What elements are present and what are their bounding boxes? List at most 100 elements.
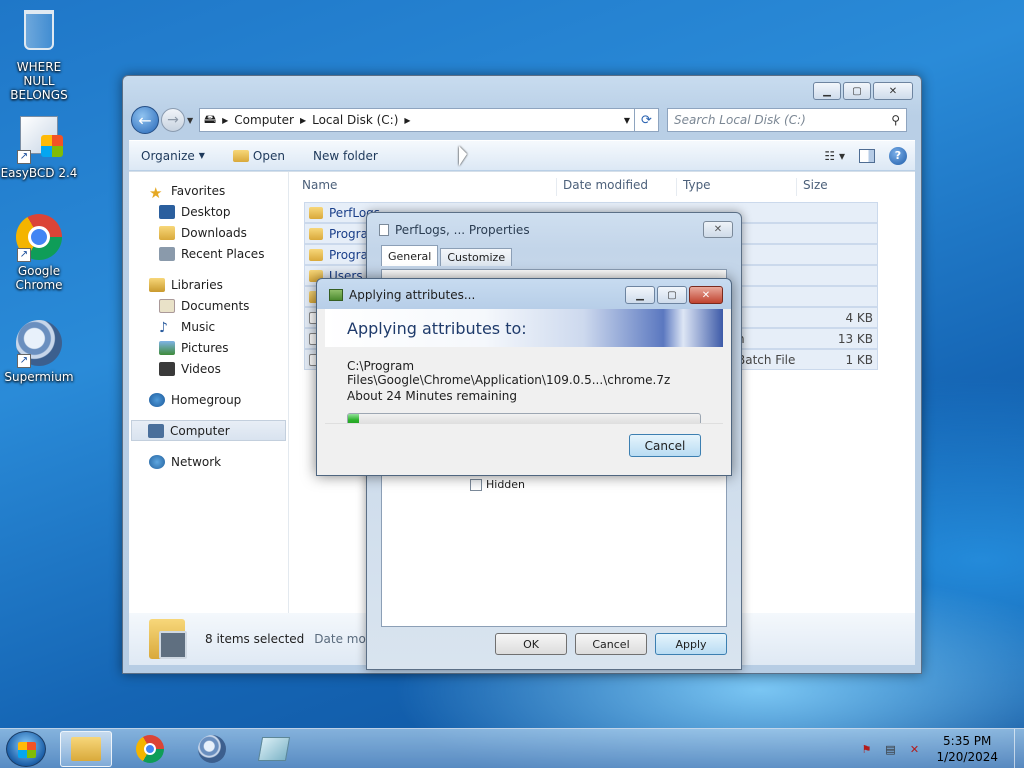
nav-pictures[interactable]: Pictures [129, 337, 288, 358]
network-icon[interactable]: ▤ [882, 741, 898, 757]
minimize-button[interactable]: ▁ [813, 82, 841, 100]
folder-icon [309, 206, 323, 219]
minimize-button[interactable]: ▁ [625, 286, 655, 304]
preview-pane-icon[interactable] [859, 148, 875, 163]
row-type: Batch File [737, 352, 796, 367]
nav-computer[interactable]: Computer [131, 420, 286, 441]
selection-count: 8 items selected [205, 632, 305, 646]
column-size[interactable]: Size [796, 178, 876, 196]
app-icon [257, 737, 291, 761]
dialog-title: PerfLogs, ... Properties [379, 223, 530, 237]
documents-icon [159, 298, 175, 313]
close-button[interactable]: ✕ [689, 286, 723, 304]
nav-homegroup[interactable]: Homegroup [129, 389, 288, 410]
desktop-icon-label: Supermium [4, 370, 74, 384]
nav-label: Videos [181, 361, 221, 376]
column-type[interactable]: Type [676, 178, 794, 196]
videos-icon [159, 361, 175, 376]
applying-attributes-dialog: Applying attributes... ▁ ▢ ✕ Applying at… [316, 278, 732, 476]
chrome-icon: ↗ [15, 214, 63, 262]
nav-libraries[interactable]: Libraries [129, 274, 288, 295]
nav-music[interactable]: ♪ Music [129, 316, 288, 337]
search-icon[interactable]: ⚲ [891, 113, 900, 127]
taskbar-supermium[interactable] [186, 731, 238, 767]
back-button[interactable]: ← [131, 106, 159, 134]
apply-button[interactable]: Apply [655, 633, 727, 655]
tab-customize[interactable]: Customize [440, 248, 513, 266]
row-size: 1 KB [845, 352, 873, 367]
close-button[interactable]: ✕ [703, 221, 733, 238]
row-size: 4 KB [845, 310, 873, 325]
open-button[interactable]: Open [232, 149, 285, 163]
tab-strip: General Customize [381, 245, 514, 266]
dialog-title-text: Applying attributes... [349, 288, 476, 302]
mouse-cursor-icon [459, 146, 467, 166]
nav-desktop[interactable]: Desktop [129, 201, 288, 222]
nav-recent-places[interactable]: Recent Places [129, 243, 288, 264]
close-button[interactable]: ✕ [873, 82, 913, 100]
address-dropdown-icon[interactable]: ▼ [624, 116, 630, 125]
show-desktop-button[interactable] [1014, 729, 1024, 768]
hidden-attribute: Hidden [470, 478, 525, 491]
row-size: 13 KB [837, 331, 873, 346]
help-icon[interactable]: ? [889, 146, 907, 165]
taskbar-app[interactable] [248, 731, 300, 767]
start-button[interactable] [6, 731, 46, 767]
dialog-footer: Cancel [325, 423, 723, 467]
recent-pages-dropdown[interactable]: ▼ [187, 116, 197, 125]
desktop-icon-easybcd[interactable]: ↗ EasyBCD 2.4 [0, 110, 78, 180]
nav-videos[interactable]: Videos [129, 358, 288, 379]
ok-button[interactable]: OK [495, 633, 567, 655]
breadcrumb-separator-icon[interactable]: ▶ [222, 116, 228, 125]
recycle-bin-icon [15, 10, 63, 58]
desktop-icon-recycle-bin[interactable]: WHERE NULL BELONGS [0, 6, 78, 102]
document-icon [379, 224, 389, 236]
nav-label: Recent Places [181, 246, 265, 261]
column-date-modified[interactable]: Date modified [556, 178, 676, 196]
nav-network[interactable]: Network [129, 451, 288, 472]
new-folder-label: New folder [312, 148, 378, 163]
maximize-button[interactable]: ▢ [843, 82, 871, 100]
folder-icon [309, 248, 323, 261]
nav-documents[interactable]: Documents [129, 295, 288, 316]
view-options-icon[interactable]: ☷ ▾ [824, 149, 845, 163]
breadcrumb-computer[interactable]: Computer [234, 113, 294, 127]
computer-icon [148, 423, 164, 438]
nav-label: Network [171, 454, 222, 469]
volume-icon[interactable]: ✕ [906, 741, 922, 757]
selection-thumbnail-icon [149, 619, 187, 659]
clock-date: 1/20/2024 [936, 750, 998, 764]
music-icon: ♪ [159, 319, 168, 336]
network-icon [149, 454, 165, 469]
action-center-icon[interactable]: ⚑ [858, 741, 874, 757]
refresh-button[interactable]: ⟳ [635, 108, 659, 132]
clock[interactable]: 5:35 PM 1/20/2024 [936, 733, 998, 765]
taskbar-chrome[interactable] [124, 731, 176, 767]
tab-general[interactable]: General [381, 245, 439, 266]
nav-downloads[interactable]: Downloads [129, 222, 288, 243]
breadcrumb-local-disk[interactable]: Local Disk (C:) [312, 113, 398, 127]
pictures-icon [159, 340, 175, 355]
address-bar[interactable]: 🖴 ▶ Computer ▶ Local Disk (C:) ▶ ▼ [199, 108, 635, 132]
hidden-label: Hidden [486, 478, 526, 491]
dialog-body: Applying attributes to: C:\Program Files… [325, 309, 723, 467]
desktop-icon-label: EasyBCD 2.4 [0, 166, 78, 180]
column-name[interactable]: Name [296, 178, 554, 196]
nav-favorites[interactable]: ★ Favorites [129, 180, 288, 202]
cancel-button[interactable]: Cancel [575, 633, 647, 655]
desktop-icon-chrome[interactable]: ↗ Google Chrome [0, 214, 78, 292]
easybcd-icon: ↗ [15, 116, 63, 164]
organize-button[interactable]: Organize ▼ [141, 149, 205, 163]
organize-label: Organize [141, 148, 195, 163]
cancel-button[interactable]: Cancel [629, 434, 701, 457]
hidden-checkbox[interactable] [470, 478, 482, 491]
new-folder-button[interactable]: New folder [313, 149, 378, 163]
taskbar-explorer[interactable] [60, 731, 112, 767]
breadcrumb-separator-icon[interactable]: ▶ [404, 116, 410, 125]
chevron-down-icon: ▼ [198, 151, 205, 160]
forward-button[interactable]: → [161, 108, 185, 132]
breadcrumb-separator-icon[interactable]: ▶ [300, 116, 306, 125]
maximize-button[interactable]: ▢ [657, 286, 687, 304]
search-input[interactable]: Search Local Disk (C:) ⚲ [667, 108, 907, 132]
desktop-icon-supermium[interactable]: ↗ Supermium [0, 320, 78, 384]
